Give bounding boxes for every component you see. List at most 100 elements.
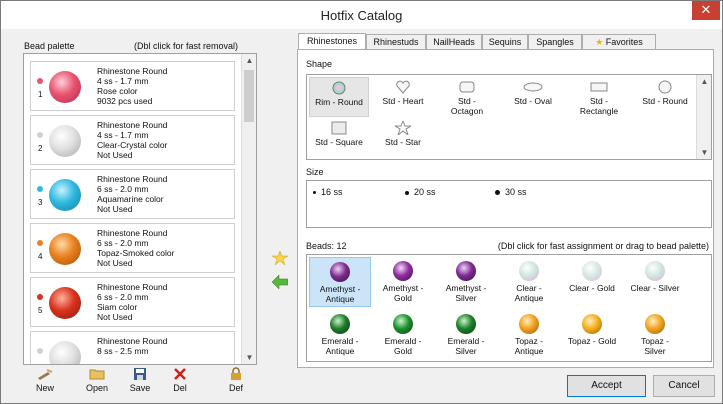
bead-topaz-gold[interactable]: Topaz - Gold: [561, 310, 623, 360]
default-label: Def: [228, 383, 243, 393]
topaz-bead-icon: [645, 314, 665, 334]
shape-scrollbar[interactable]: ▲ ▼: [696, 75, 711, 159]
bead-clear-antique[interactable]: Clear - Antique: [498, 257, 560, 307]
scroll-down-icon[interactable]: ▼: [242, 353, 256, 362]
bead-label: Amethyst -: [319, 284, 361, 294]
heart-shape-icon: [396, 80, 410, 94]
tab-rhinestones[interactable]: Rhinestones: [298, 33, 366, 50]
palette-item-size: 6 ss - 2.0 mm: [97, 292, 149, 302]
size-dot-icon: [405, 190, 409, 195]
size-30ss[interactable]: 30 ss: [495, 187, 527, 197]
tab-nailheads[interactable]: NailHeads: [426, 34, 482, 49]
bead-palette-label: Bead palette: [24, 41, 75, 51]
clear-bead-icon: [519, 261, 539, 281]
bead-emerald-gold[interactable]: Emerald - Gold: [372, 310, 434, 360]
scroll-thumb[interactable]: [244, 70, 254, 122]
scroll-down-icon[interactable]: ▼: [697, 148, 712, 157]
palette-item-type: Rhinestone Round: [97, 66, 168, 76]
shape-std-octagon[interactable]: Std - Octagon: [437, 77, 497, 117]
palette-item[interactable]: 3 Rhinestone Round 6 ss - 2.0 mm Aquamar…: [30, 169, 235, 219]
close-button[interactable]: ✕: [692, 1, 720, 20]
bead-label: Amethyst -: [382, 283, 424, 293]
shape-std-heart[interactable]: Std - Heart: [373, 77, 433, 117]
tab-spangles[interactable]: Spangles: [528, 34, 582, 49]
title-bar: Hotfix Catalog ✕: [1, 1, 722, 29]
star-icon: ★: [595, 37, 604, 47]
amethyst-bead-icon: [330, 262, 350, 282]
palette-item-size: 6 ss - 2.0 mm: [97, 184, 149, 194]
shape-std-round[interactable]: Std - Round: [635, 77, 695, 117]
bead-topaz-silver[interactable]: Topaz - Silver: [624, 310, 686, 360]
bead-emerald-antique[interactable]: Emerald - Antique: [309, 310, 371, 360]
size-16ss[interactable]: 16 ss: [313, 187, 343, 197]
shape-rim-round[interactable]: Rim - Round: [309, 77, 369, 117]
aquamarine-rhinestone-icon: [49, 179, 81, 211]
save-disk-icon: [134, 368, 146, 380]
size-20ss[interactable]: 20 ss: [405, 187, 436, 197]
delete-button[interactable]: Del: [162, 367, 198, 393]
bead-palette-hint: (Dbl click for fast removal): [134, 41, 239, 51]
shape-list[interactable]: Rim - Round Std - Heart Std - Octagon St…: [306, 74, 712, 160]
bead-label-2: Antique: [514, 346, 544, 356]
save-button[interactable]: Save: [122, 367, 158, 393]
topaz-bead-icon: [582, 314, 602, 334]
amethyst-bead-icon: [456, 261, 476, 281]
palette-scrollbar[interactable]: ▲ ▼: [241, 54, 256, 364]
palette-item-type: Rhinestone Round: [97, 228, 168, 238]
new-button[interactable]: New: [27, 367, 63, 393]
shape-std-square[interactable]: Std - Square: [309, 118, 369, 158]
scroll-up-icon[interactable]: ▲: [242, 56, 256, 65]
tab-favorites[interactable]: ★ Favorites: [582, 34, 656, 49]
bead-label-2: Gold: [394, 293, 412, 303]
palette-item-color: Rose color: [97, 86, 138, 96]
size-label-text: 16 ss: [321, 187, 343, 197]
topaz-rhinestone-icon: [49, 233, 81, 265]
palette-item[interactable]: 1 Rhinestone Round 4 ss - 1.7 mm Rose co…: [30, 61, 235, 111]
open-button[interactable]: Open: [79, 367, 115, 393]
bead-clear-gold[interactable]: Clear - Gold: [561, 257, 623, 307]
bead-label: Emerald -: [321, 336, 359, 346]
bead-amethyst-silver[interactable]: Amethyst - Silver: [435, 257, 497, 307]
star-shape-icon: [395, 121, 411, 135]
bead-palette-list[interactable]: 1 Rhinestone Round 4 ss - 1.7 mm Rose co…: [23, 53, 257, 365]
tab-rhinestuds[interactable]: Rhinestuds: [366, 34, 426, 49]
palette-item[interactable]: Rhinestone Round 8 ss - 2.5 mm: [30, 331, 235, 364]
palette-item-usage: Not Used: [97, 312, 133, 322]
save-label: Save: [129, 383, 151, 393]
size-list[interactable]: 16 ss 20 ss 30 ss: [306, 180, 712, 228]
shape-std-star[interactable]: Std - Star: [373, 118, 433, 158]
scroll-up-icon[interactable]: ▲: [697, 77, 712, 86]
amethyst-bead-icon: [393, 261, 413, 281]
palette-item-type: Rhinestone Round: [97, 174, 168, 184]
accept-button[interactable]: Accept: [567, 375, 646, 397]
cancel-button[interactable]: Cancel: [653, 375, 715, 397]
add-favorite-star-icon[interactable]: [272, 251, 288, 265]
shape-label-text: Std - Square: [315, 137, 363, 147]
bead-emerald-silver[interactable]: Emerald - Silver: [435, 310, 497, 360]
move-left-arrow-icon[interactable]: [272, 275, 288, 289]
palette-item-color: Siam color: [97, 302, 138, 312]
bead-clear-silver[interactable]: Clear - Silver: [624, 257, 686, 307]
color-dot-icon: [37, 186, 43, 192]
shape-std-oval[interactable]: Std - Oval: [503, 77, 563, 117]
rectangle-shape-icon: [590, 82, 608, 92]
palette-item[interactable]: 5 Rhinestone Round 6 ss - 2.0 mm Siam co…: [30, 277, 235, 327]
bead-label-2: Silver: [644, 346, 666, 356]
size-dot-icon: [313, 191, 316, 195]
shape-std-rectangle[interactable]: Std - Rectangle: [569, 77, 629, 117]
bead-topaz-antique[interactable]: Topaz - Antique: [498, 310, 560, 360]
bead-label-2: Antique: [514, 293, 544, 303]
bead-amethyst-gold[interactable]: Amethyst - Gold: [372, 257, 434, 307]
palette-item-type: Rhinestone Round: [97, 120, 168, 130]
default-button[interactable]: Def: [218, 367, 254, 393]
folder-open-icon: [89, 369, 105, 380]
topaz-bead-icon: [519, 314, 539, 334]
bead-amethyst-antique[interactable]: Amethyst - Antique: [309, 257, 371, 307]
palette-item[interactable]: 4 Rhinestone Round 6 ss - 2.0 mm Topaz-S…: [30, 223, 235, 273]
tab-sequins[interactable]: Sequins: [482, 34, 528, 49]
shape-label-text-2: Rectangle: [579, 106, 619, 116]
palette-item[interactable]: 2 Rhinestone Round 4 ss - 1.7 mm Clear-C…: [30, 115, 235, 165]
beads-grid[interactable]: Amethyst - Antique Amethyst - Gold Amethys…: [306, 254, 712, 362]
shape-label-text: Rim - Round: [315, 97, 363, 107]
size-label-text: 30 ss: [505, 187, 527, 197]
